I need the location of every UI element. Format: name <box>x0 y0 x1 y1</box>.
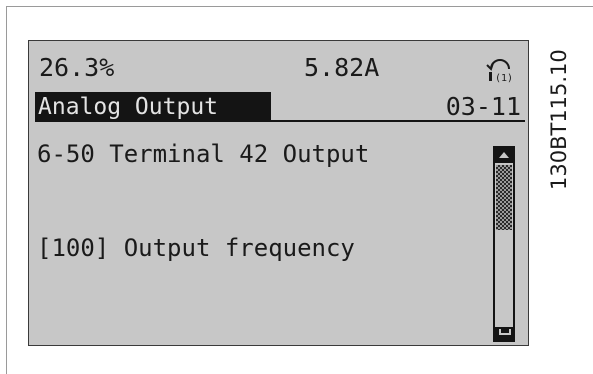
figure-frame-left <box>6 6 7 374</box>
parameter-group-code: 03-11 <box>445 92 521 121</box>
parameter-name: 6-50 Terminal 42 Output <box>37 140 370 168</box>
scroll-end-icon[interactable] <box>495 327 513 340</box>
status-percent: 26.3% <box>39 53 115 82</box>
status-current: 5.82A <box>304 53 380 82</box>
scroll-up-arrow-icon[interactable] <box>495 148 513 163</box>
status-line: 26.3% 5.82A (1) <box>29 53 528 83</box>
lcp-display: 26.3% 5.82A (1) Analog Output 03-11 6-50… <box>28 40 529 346</box>
svg-text:(1): (1) <box>495 73 513 83</box>
parameter-value[interactable]: [100] Output frequency <box>37 233 355 263</box>
scrollbar[interactable] <box>493 146 515 342</box>
menu-title-rule: 03-11 <box>271 92 525 122</box>
scrollbar-thumb[interactable] <box>496 165 512 230</box>
figure-code: 130BT115.10 <box>547 49 571 190</box>
menu-title: Analog Output <box>35 92 271 122</box>
remote-control-icon: (1) <box>486 59 513 83</box>
menu-title-bar: Analog Output 03-11 <box>35 92 525 122</box>
figure-frame-top <box>6 6 593 7</box>
